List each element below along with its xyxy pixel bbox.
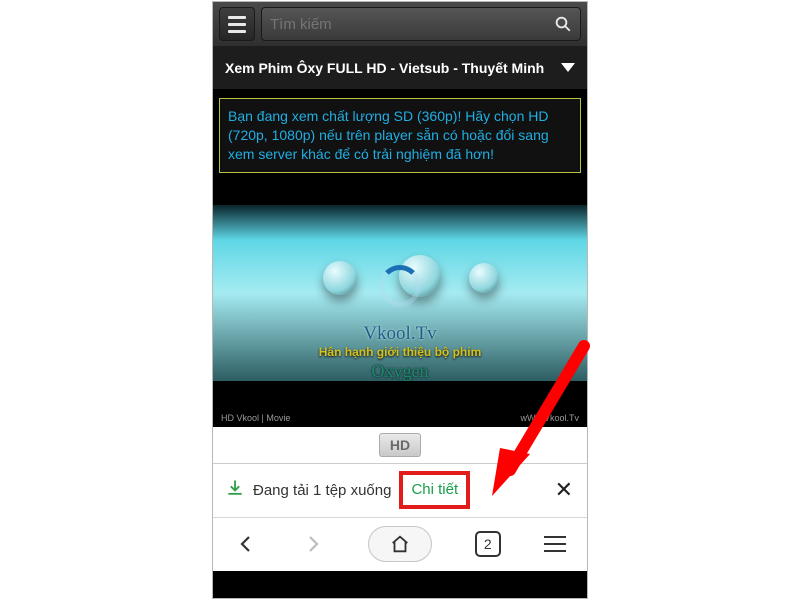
download-details-highlight: Chi tiết xyxy=(399,471,470,509)
nav-menu-button[interactable] xyxy=(544,536,566,552)
phone-frame: Xem Phim Ôxy FULL HD - Vietsub - Thuyết … xyxy=(212,1,588,599)
nav-back-button[interactable] xyxy=(234,532,258,556)
watermark-site: Vkool.Tv xyxy=(213,323,587,345)
loading-spinner-icon xyxy=(379,265,421,307)
quality-notice: Bạn đang xem chất lượng SD (360p)! Hãy c… xyxy=(219,98,581,173)
search-icon[interactable] xyxy=(554,15,572,33)
download-bar: Đang tải 1 tệp xuống Chi tiết ✕ xyxy=(213,463,587,517)
search-box[interactable] xyxy=(261,7,581,41)
video-player[interactable]: Vkool.Tv Hân hạnh giới thiệu bộ phim Oxy… xyxy=(213,179,587,427)
watermark-corner-right: wWw.Vkool.Tv xyxy=(520,413,579,423)
dropdown-icon[interactable] xyxy=(561,63,575,72)
download-icon xyxy=(225,478,245,503)
close-icon[interactable]: ✕ xyxy=(555,477,573,503)
watermark-title: Oxygen xyxy=(213,361,587,381)
download-details-link[interactable]: Chi tiết xyxy=(411,481,458,498)
watermark-subtitle: Hân hạnh giới thiệu bộ phim xyxy=(213,345,587,359)
download-text: Đang tải 1 tệp xuống xyxy=(253,482,391,499)
page-title: Xem Phim Ôxy FULL HD - Vietsub - Thuyết … xyxy=(225,60,544,76)
browser-bottom-nav: 2 xyxy=(213,517,587,571)
tab-hd[interactable]: HD xyxy=(379,433,421,457)
tab-count: 2 xyxy=(475,531,501,557)
nav-forward-button[interactable] xyxy=(301,532,325,556)
menu-button[interactable] xyxy=(219,7,255,41)
nav-home-button[interactable] xyxy=(368,526,432,562)
hamburger-icon xyxy=(544,536,566,552)
quality-tabs: HD xyxy=(213,427,587,463)
search-input[interactable] xyxy=(270,16,554,33)
nav-tabs-button[interactable]: 2 xyxy=(475,531,501,557)
video-still: Vkool.Tv Hân hạnh giới thiệu bộ phim Oxy… xyxy=(213,205,587,381)
page-title-bar[interactable]: Xem Phim Ôxy FULL HD - Vietsub - Thuyết … xyxy=(213,46,587,90)
watermark-corner-left: HD Vkool | Movie xyxy=(221,413,290,423)
top-header xyxy=(213,2,587,46)
